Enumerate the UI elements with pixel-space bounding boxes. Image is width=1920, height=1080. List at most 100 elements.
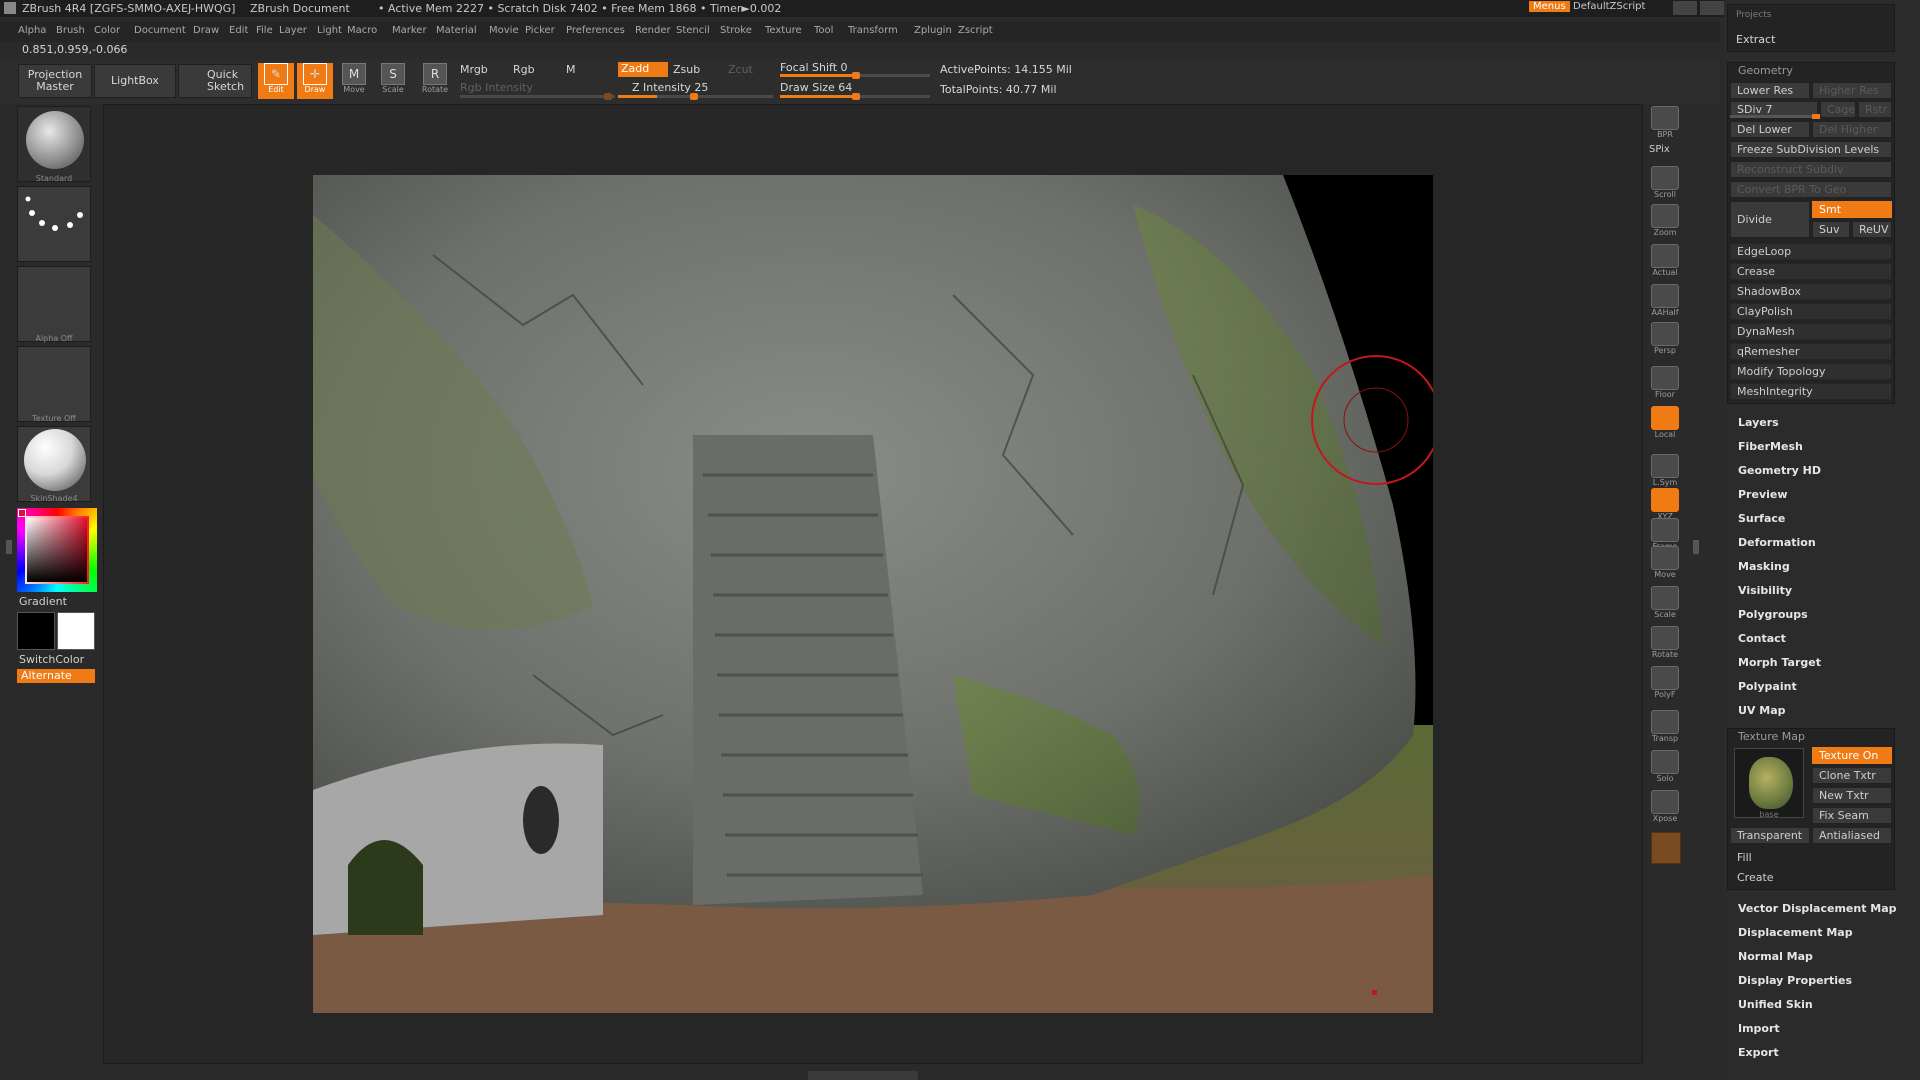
menu-document[interactable]: Document — [134, 25, 186, 36]
section-masking[interactable]: Masking — [1738, 560, 1790, 573]
transparent-toggle[interactable]: Transparent — [1730, 827, 1810, 844]
edgeloop-item[interactable]: EdgeLoop — [1730, 243, 1892, 260]
mrgb-toggle[interactable]: Mrgb — [460, 63, 488, 76]
fill-button[interactable]: Fill — [1730, 849, 1892, 866]
aahalf-button[interactable]: AAHalf — [1647, 284, 1683, 320]
section-import[interactable]: Import — [1738, 1022, 1780, 1035]
focal-shift-slider[interactable] — [780, 72, 930, 79]
rotate-button[interactable]: Rotate — [1647, 626, 1683, 662]
rgb-intensity-slider-label[interactable]: Rgb Intensity — [460, 81, 533, 94]
rotate-tool[interactable]: R Rotate — [417, 63, 453, 99]
section-fibermesh[interactable]: FiberMesh — [1738, 440, 1803, 453]
persp-button[interactable]: Persp — [1647, 322, 1683, 358]
higher-res-button[interactable]: Higher Res — [1812, 82, 1892, 99]
material-thumbnail[interactable]: SkinShade4 — [17, 426, 91, 503]
section-displacement-map[interactable]: Displacement Map — [1738, 926, 1853, 939]
menu-movie[interactable]: Movie — [489, 25, 519, 36]
geometry-header[interactable]: Geometry — [1738, 64, 1793, 77]
right-collapse-arrow-icon[interactable] — [1693, 540, 1699, 554]
section-deformation[interactable]: Deformation — [1738, 536, 1816, 549]
del-higher-button[interactable]: Del Higher — [1812, 121, 1892, 138]
main-color-swatch[interactable] — [17, 612, 55, 650]
cage-button[interactable]: Cage — [1820, 101, 1856, 118]
saturation-value-square[interactable] — [27, 518, 87, 582]
gradient-label[interactable]: Gradient — [19, 595, 67, 608]
floor-button[interactable]: Floor — [1647, 366, 1683, 402]
convert-bpr-button[interactable]: Convert BPR To Geo — [1730, 181, 1892, 198]
menu-texture[interactable]: Texture — [765, 25, 802, 36]
sdiv-slider-track[interactable] — [1730, 114, 1820, 119]
alternate-button[interactable]: Alternate — [17, 669, 95, 683]
dynamesh-item[interactable]: DynaMesh — [1730, 323, 1892, 340]
section-surface[interactable]: Surface — [1738, 512, 1785, 525]
move-tool[interactable]: M Move — [336, 63, 372, 99]
material-swatch[interactable] — [1651, 832, 1681, 864]
section-polygroups[interactable]: Polygroups — [1738, 608, 1808, 621]
antialiased-toggle[interactable]: Antialiased — [1812, 827, 1892, 844]
menu-stroke[interactable]: Stroke — [720, 25, 752, 36]
section-vector-displacement-map[interactable]: Vector Displacement Map — [1738, 902, 1897, 915]
menu-zscript[interactable]: Zscript — [958, 25, 993, 36]
menu-material[interactable]: Material — [436, 25, 477, 36]
projects-item[interactable]: Projects — [1736, 10, 1771, 20]
section-preview[interactable]: Preview — [1738, 488, 1788, 501]
menu-alpha[interactable]: Alpha — [18, 25, 46, 36]
default-zscript-button[interactable]: DefaultZScript — [1573, 1, 1645, 12]
local-button[interactable]: Local — [1647, 406, 1683, 442]
section-layers[interactable]: Layers — [1738, 416, 1779, 429]
scale-button[interactable]: Scale — [1647, 586, 1683, 622]
reuv-button[interactable]: ReUV — [1852, 221, 1892, 238]
clone-txtr-button[interactable]: Clone Txtr — [1812, 767, 1892, 784]
transp-button[interactable]: Transp — [1647, 710, 1683, 746]
section-uv-map[interactable]: UV Map — [1738, 704, 1786, 717]
secondary-color-swatch[interactable] — [57, 612, 95, 650]
zcut-toggle[interactable]: Zcut — [728, 63, 753, 76]
actual-button[interactable]: Actual — [1647, 244, 1683, 280]
draw-size-slider[interactable] — [780, 93, 930, 100]
divide-button[interactable]: Divide — [1730, 201, 1810, 238]
suv-toggle[interactable]: Suv — [1812, 221, 1850, 238]
scale-tool[interactable]: S Scale — [375, 63, 411, 99]
menu-brush[interactable]: Brush — [56, 25, 85, 36]
menu-zplugin[interactable]: Zplugin — [914, 25, 952, 36]
rgb-intensity-slider[interactable] — [460, 93, 615, 100]
spix-slider[interactable]: SPix — [1649, 144, 1670, 155]
menu-layer[interactable]: Layer — [279, 25, 307, 36]
menu-draw[interactable]: Draw — [193, 25, 219, 36]
xpose-button[interactable]: Xpose — [1647, 790, 1683, 826]
fix-seam-button[interactable]: Fix Seam — [1812, 807, 1892, 824]
section-normal-map[interactable]: Normal Map — [1738, 950, 1813, 963]
section-geometry-hd[interactable]: Geometry HD — [1738, 464, 1821, 477]
rstr-button[interactable]: Rstr — [1858, 101, 1892, 118]
extract-button[interactable]: Extract — [1736, 33, 1775, 46]
lsym-button[interactable]: L.Sym — [1647, 454, 1683, 490]
zoom-button[interactable]: Zoom — [1647, 204, 1683, 240]
draw-tool[interactable]: ✛ Draw — [297, 63, 333, 99]
menu-file[interactable]: File — [256, 25, 273, 36]
del-lower-button[interactable]: Del Lower — [1730, 121, 1810, 138]
menu-stencil[interactable]: Stencil — [676, 25, 710, 36]
alpha-thumbnail[interactable]: Alpha Off — [17, 266, 91, 343]
shadowbox-item[interactable]: ShadowBox — [1730, 283, 1892, 300]
smt-toggle[interactable]: Smt — [1812, 201, 1892, 218]
texture-thumbnail[interactable]: Texture Off — [17, 346, 91, 423]
menus-button[interactable]: Menus — [1529, 1, 1570, 12]
menu-picker[interactable]: Picker — [525, 25, 555, 36]
section-display-properties[interactable]: Display Properties — [1738, 974, 1852, 987]
menu-render[interactable]: Render — [635, 25, 671, 36]
brush-thumbnail[interactable]: Standard — [17, 106, 91, 183]
claypolish-item[interactable]: ClayPolish — [1730, 303, 1892, 320]
bpr-button[interactable]: BPR — [1647, 106, 1683, 142]
edit-tool[interactable]: ✎ Edit — [258, 63, 294, 99]
projection-master-button[interactable]: Projection Master — [18, 64, 92, 98]
create-button[interactable]: Create — [1730, 869, 1892, 886]
section-visibility[interactable]: Visibility — [1738, 584, 1792, 597]
meshintegrity-item[interactable]: MeshIntegrity — [1730, 383, 1892, 400]
menu-color[interactable]: Color — [94, 25, 120, 36]
quick-sketch-button[interactable]: Quick Sketch — [178, 64, 252, 98]
menu-marker[interactable]: Marker — [392, 25, 427, 36]
switchcolor-button[interactable]: SwitchColor — [19, 653, 84, 666]
scroll-arrows-icon[interactable] — [1673, 1, 1697, 15]
texture-on-toggle[interactable]: Texture On — [1812, 747, 1892, 764]
color-picker[interactable] — [17, 508, 97, 592]
